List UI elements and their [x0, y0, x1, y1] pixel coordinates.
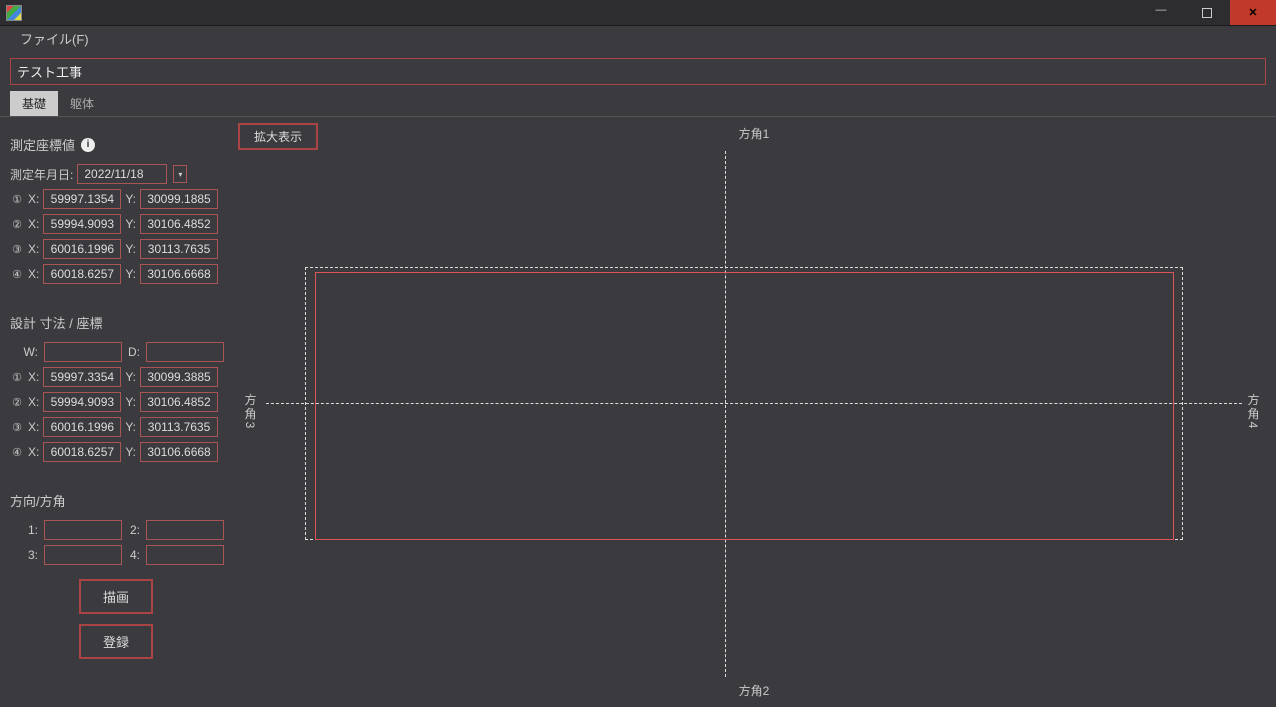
direction-section-title: 方向/方角 [10, 491, 222, 510]
x-label: X: [28, 395, 39, 409]
tab-foundation[interactable]: 基礎 [10, 91, 58, 116]
project-title: テスト工事 [10, 58, 1266, 85]
row-num-1: ① [10, 192, 24, 206]
menu-file[interactable]: ファイル(F) [12, 26, 97, 51]
y-label: Y: [125, 242, 136, 256]
tab-body[interactable]: 躯体 [58, 91, 106, 116]
x-label: X: [28, 192, 39, 206]
design-w[interactable] [44, 342, 122, 362]
dir-1[interactable] [44, 520, 122, 540]
x-label: X: [28, 217, 39, 231]
design-y-3[interactable] [140, 417, 218, 437]
d-label: D: [126, 345, 142, 359]
measured-x-4[interactable] [43, 264, 121, 284]
design-section-title: 設計 寸法 / 座標 [10, 313, 222, 332]
direction-label-right: 方角4 [1245, 394, 1262, 431]
dir-label-3: 3: [10, 548, 40, 562]
row-num-4: ④ [10, 267, 24, 281]
y-label: Y: [125, 370, 136, 384]
dir-label-2: 2: [126, 523, 142, 537]
measured-y-4[interactable] [140, 264, 218, 284]
measured-x-1[interactable] [43, 189, 121, 209]
maximize-button[interactable] [1184, 0, 1230, 25]
row-num-3: ③ [10, 242, 24, 256]
design-rect [315, 272, 1174, 540]
y-label: Y: [125, 420, 136, 434]
menubar: ファイル(F) [0, 26, 1276, 50]
row-num-2: ② [10, 217, 24, 231]
design-y-1[interactable] [140, 367, 218, 387]
register-button[interactable]: 登録 [79, 624, 153, 659]
x-label: X: [28, 370, 39, 384]
left-panel: 測定座標値 i 測定年月日: 2022/11/18 ▾ ① X: Y: ② X:… [0, 116, 232, 707]
tab-bar: 基礎 躯体 [10, 91, 1276, 116]
drow-num-3: ③ [10, 420, 24, 434]
drow-num-1: ① [10, 370, 24, 384]
design-x-3[interactable] [43, 417, 121, 437]
design-x-4[interactable] [43, 442, 121, 462]
drawing-panel: 拡大表示 方角1 方角2 方角3 方角4 [232, 116, 1276, 707]
measured-y-2[interactable] [140, 214, 218, 234]
date-dropdown-icon[interactable]: ▾ [173, 165, 187, 183]
dir-3[interactable] [44, 545, 122, 565]
measured-y-3[interactable] [140, 239, 218, 259]
x-label: X: [28, 420, 39, 434]
drow-num-4: ④ [10, 445, 24, 459]
titlebar: — ✕ [0, 0, 1276, 26]
design-y-2[interactable] [140, 392, 218, 412]
dir-4[interactable] [146, 545, 224, 565]
measured-section-title: 測定座標値 i [10, 135, 222, 154]
y-label: Y: [125, 267, 136, 281]
direction-label-bottom: 方角2 [739, 682, 770, 699]
x-label: X: [28, 242, 39, 256]
info-icon[interactable]: i [81, 138, 95, 152]
dir-label-4: 4: [126, 548, 142, 562]
measured-x-2[interactable] [43, 214, 121, 234]
design-x-2[interactable] [43, 392, 121, 412]
close-button[interactable]: ✕ [1230, 0, 1276, 25]
zoom-button[interactable]: 拡大表示 [238, 123, 318, 150]
y-label: Y: [125, 217, 136, 231]
w-label: W: [10, 345, 40, 359]
y-label: Y: [125, 192, 136, 206]
x-label: X: [28, 445, 39, 459]
draw-button[interactable]: 描画 [79, 579, 153, 614]
drawing-area [266, 151, 1242, 677]
dir-label-1: 1: [10, 523, 40, 537]
design-x-1[interactable] [43, 367, 121, 387]
measured-x-3[interactable] [43, 239, 121, 259]
design-y-4[interactable] [140, 442, 218, 462]
app-icon [6, 5, 22, 21]
measured-y-1[interactable] [140, 189, 218, 209]
minimize-button[interactable]: — [1138, 0, 1184, 25]
x-label: X: [28, 267, 39, 281]
direction-label-top: 方角1 [739, 125, 770, 142]
dir-2[interactable] [146, 520, 224, 540]
y-label: Y: [125, 395, 136, 409]
y-label: Y: [125, 445, 136, 459]
design-d[interactable] [146, 342, 224, 362]
date-picker[interactable]: 2022/11/18 [77, 164, 167, 184]
drow-num-2: ② [10, 395, 24, 409]
date-label: 測定年月日: [10, 166, 73, 183]
direction-label-left: 方角3 [242, 394, 259, 431]
